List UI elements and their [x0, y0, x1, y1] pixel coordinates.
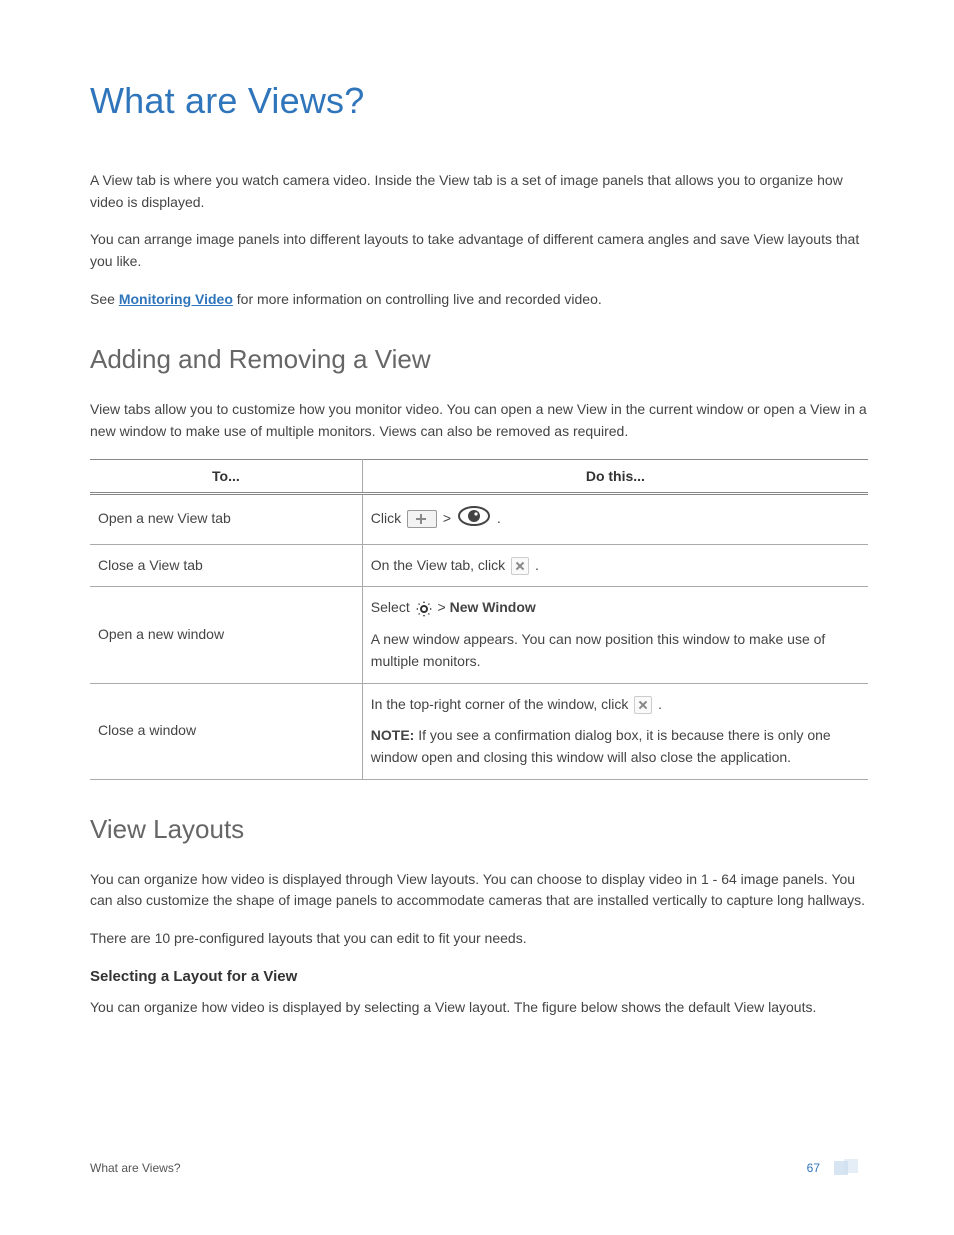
text: On the View tab, click	[371, 557, 509, 573]
text: >	[438, 599, 450, 615]
text: .	[497, 510, 501, 526]
cell-to: Open a new View tab	[90, 493, 362, 544]
close-icon	[511, 557, 529, 575]
section-heading-add-remove: Adding and Removing a View	[90, 344, 868, 375]
add-remove-desc: View tabs allow you to customize how you…	[90, 399, 868, 442]
cell-do: In the top-right corner of the window, c…	[362, 683, 868, 779]
eye-icon	[457, 505, 491, 534]
plus-button-icon	[407, 510, 437, 528]
cell-to: Close a window	[90, 683, 362, 779]
th-to: To...	[90, 459, 362, 493]
page-title: What are Views?	[90, 80, 868, 122]
intro-paragraph-see: See Monitoring Video for more informatio…	[90, 289, 868, 311]
footer-logo-shape	[834, 1159, 868, 1175]
text: Select	[371, 599, 414, 615]
text: .	[535, 557, 539, 573]
th-do: Do this...	[362, 459, 868, 493]
text: Click	[371, 510, 405, 526]
text: In the top-right corner of the window, c…	[371, 696, 632, 712]
close-icon	[634, 696, 652, 714]
section-heading-layouts: View Layouts	[90, 814, 868, 845]
instruction-table: To... Do this... Open a new View tab Cli…	[90, 459, 868, 780]
table-row: Close a window In the top-right corner o…	[90, 683, 868, 779]
intro-paragraph-2: You can arrange image panels into differ…	[90, 229, 868, 272]
monitoring-video-link[interactable]: Monitoring Video	[119, 291, 233, 307]
table-row: Open a new View tab Click > .	[90, 493, 868, 544]
page-number: 67	[807, 1161, 820, 1175]
cell-do: On the View tab, click .	[362, 544, 868, 587]
gear-icon	[416, 598, 432, 620]
layouts-p2: There are 10 pre-configured layouts that…	[90, 928, 868, 950]
cell-to: Open a new window	[90, 587, 362, 684]
new-window-label: New Window	[450, 599, 536, 615]
page-footer: What are Views? 67	[90, 1159, 868, 1175]
see-suffix: for more information on controlling live…	[233, 291, 602, 307]
cell-do: Select > New Window A new window appears…	[362, 587, 868, 684]
layouts-p1: You can organize how video is displayed …	[90, 869, 868, 912]
subsection-heading-selecting: Selecting a Layout for a View	[90, 968, 868, 985]
selecting-p: You can organize how video is displayed …	[90, 997, 868, 1019]
footer-left: What are Views?	[90, 1161, 181, 1175]
table-row: Close a View tab On the View tab, click …	[90, 544, 868, 587]
table-row: Open a new window Select > New Window A …	[90, 587, 868, 684]
see-prefix: See	[90, 291, 119, 307]
intro-paragraph-1: A View tab is where you watch camera vid…	[90, 170, 868, 213]
text: .	[658, 696, 662, 712]
cell-to: Close a View tab	[90, 544, 362, 587]
note-label: NOTE:	[371, 727, 415, 743]
text: A new window appears. You can now positi…	[371, 629, 860, 672]
text: If you see a confirmation dialog box, it…	[371, 727, 831, 765]
cell-do: Click > .	[362, 493, 868, 544]
text: >	[443, 510, 455, 526]
